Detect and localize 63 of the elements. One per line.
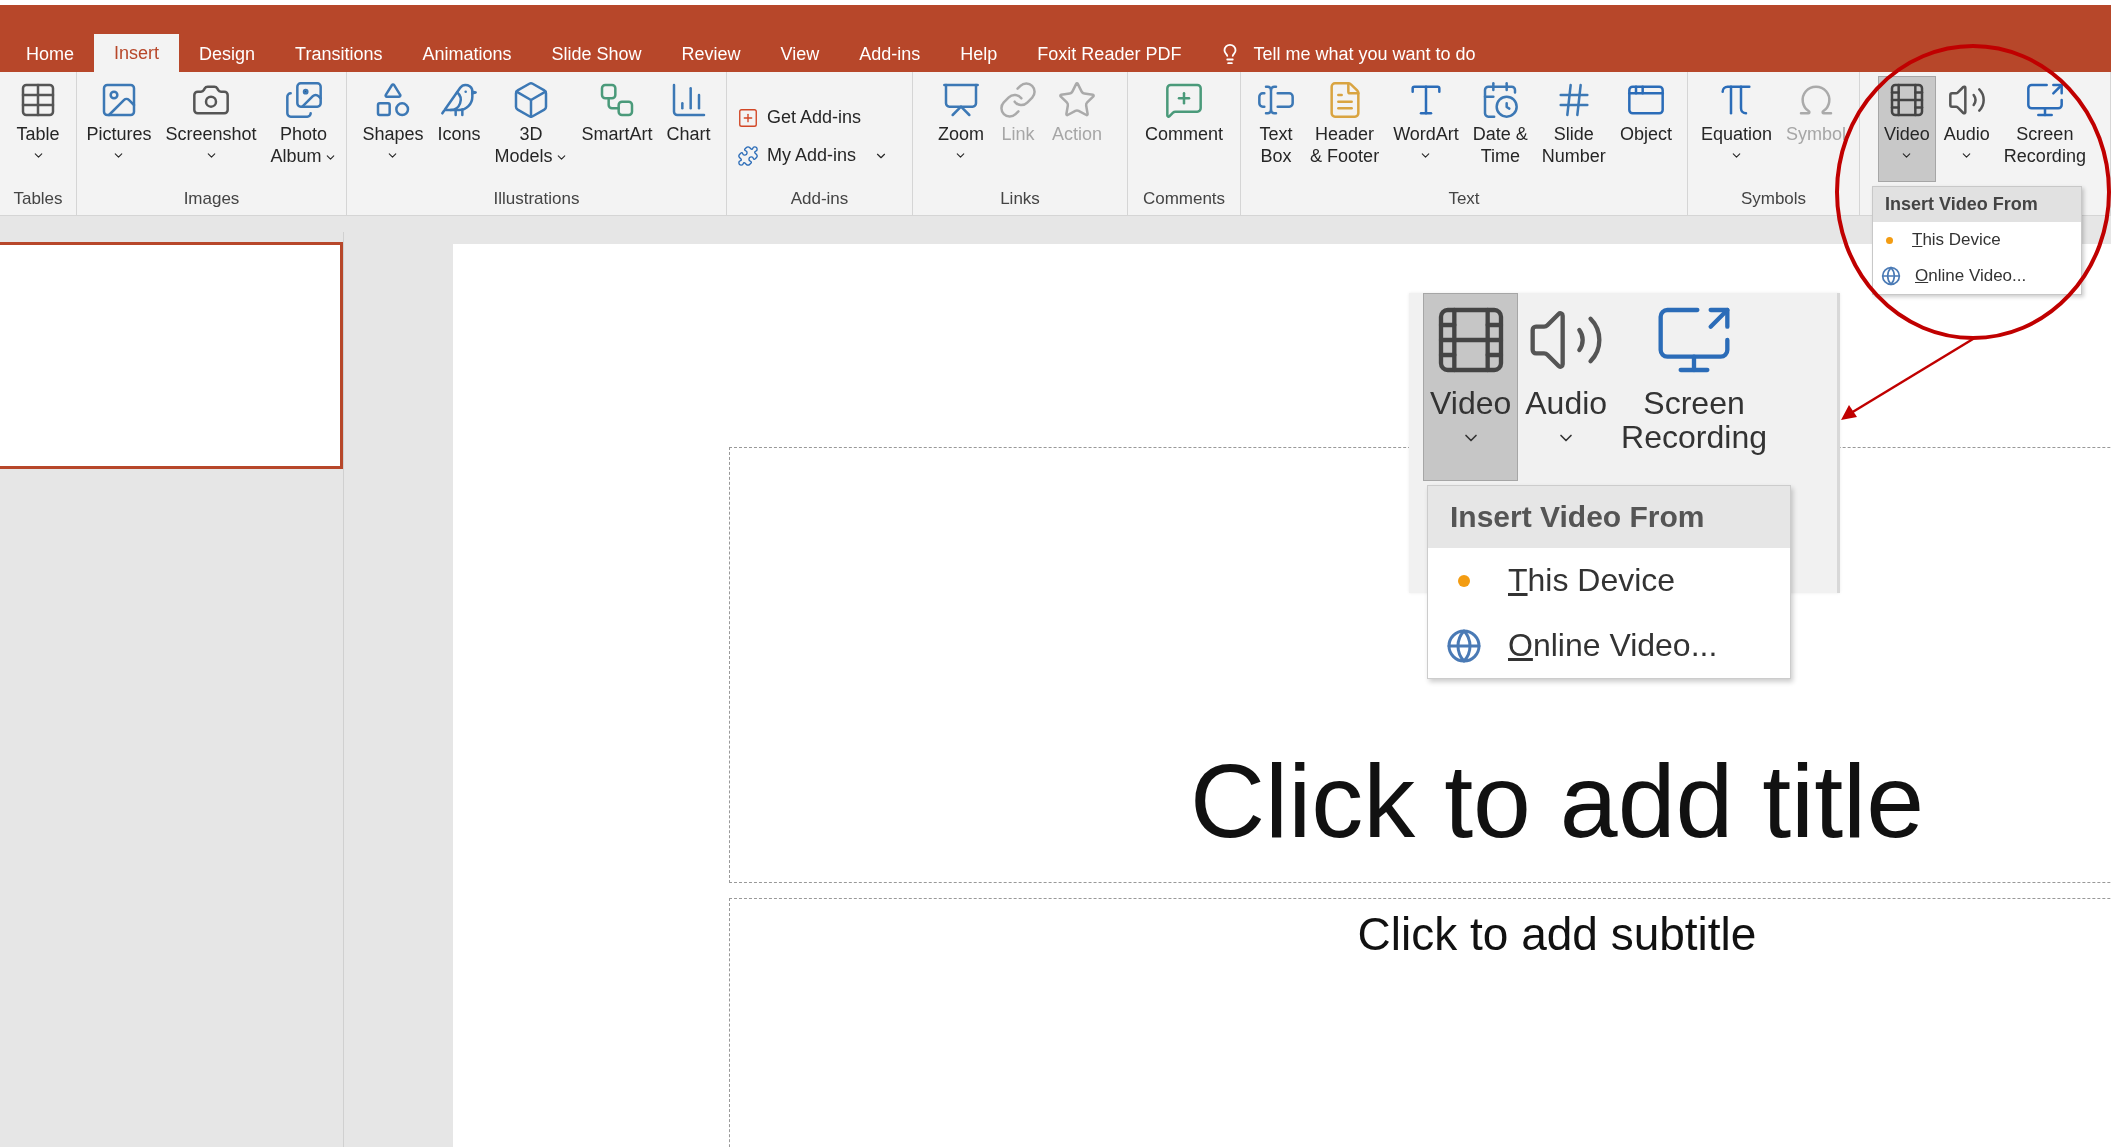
group-label: Tables bbox=[12, 189, 64, 210]
puzzle-icon bbox=[737, 144, 759, 167]
ribbon-button[interactable]: Screenshot bbox=[159, 76, 263, 182]
dot-icon bbox=[1458, 574, 1470, 587]
ribbon-button[interactable]: Icons bbox=[431, 76, 487, 182]
group-label: Links bbox=[999, 189, 1041, 210]
ribbon-button[interactable]: WordArt bbox=[1387, 76, 1465, 182]
ribbon-button[interactable]: Comment bbox=[1139, 76, 1229, 182]
menu-item[interactable]: This Device bbox=[1873, 222, 2081, 258]
globe-icon bbox=[1446, 627, 1482, 664]
group-label: Add-ins bbox=[789, 189, 850, 210]
menu-item[interactable]: Online Video... bbox=[1873, 258, 2081, 294]
ribbon-button[interactable]: Equation bbox=[1694, 76, 1778, 182]
menu-header: Insert Video From bbox=[1428, 486, 1790, 548]
ribbon-tab[interactable]: Help bbox=[940, 36, 1018, 72]
ribbon-button[interactable]: My Add-ins bbox=[729, 140, 897, 171]
ribbon-button[interactable]: Shapes bbox=[356, 76, 430, 182]
group-label: Text bbox=[1447, 189, 1481, 210]
ribbon-tab[interactable]: Animations bbox=[402, 36, 532, 72]
link-icon bbox=[998, 80, 1038, 120]
group-label: Images bbox=[182, 189, 241, 210]
ribbon-button[interactable]: Table bbox=[10, 76, 66, 182]
menu-item[interactable]: Online Video... bbox=[1428, 613, 1790, 678]
ribbon-button[interactable]: Zoom bbox=[931, 76, 990, 182]
menu-header: Insert Video From bbox=[1873, 187, 2081, 222]
ribbon-button[interactable]: Video bbox=[1878, 76, 1936, 182]
ribbon-tab[interactable]: Foxit Reader PDF bbox=[1017, 36, 1202, 72]
tell-me-text[interactable]: Tell me what you want to do bbox=[1253, 43, 1476, 65]
ribbon-tab[interactable]: Insert bbox=[94, 34, 180, 72]
ribbon-button[interactable]: Screen Recording bbox=[1614, 293, 1774, 481]
ribbon-button[interactable]: Audio bbox=[1937, 76, 1996, 182]
ribbon-button[interactable]: Slide Number bbox=[1535, 76, 1612, 182]
ribbon-button[interactable]: SmartArt bbox=[575, 76, 659, 182]
ribbon-button[interactable]: Audio bbox=[1518, 293, 1615, 481]
ribbon-button[interactable]: Photo Album bbox=[264, 76, 343, 182]
ribbon-tab[interactable]: Review bbox=[661, 36, 761, 72]
ribbon-button[interactable]: Pictures bbox=[80, 76, 158, 182]
ribbon-tab[interactable]: Transitions bbox=[275, 36, 403, 72]
title-placeholder[interactable]: Click to add title bbox=[1189, 739, 1925, 882]
menu-item[interactable]: This Device bbox=[1428, 548, 1790, 613]
ribbon-tab[interactable]: View bbox=[760, 36, 840, 72]
group-label: Symbols bbox=[1739, 189, 1808, 210]
ribbon-button[interactable]: Get Add-ins bbox=[729, 102, 870, 133]
ribbon-tab[interactable]: Design bbox=[179, 36, 276, 72]
ribbon-button[interactable]: Chart bbox=[660, 76, 717, 182]
ribbon-button[interactable]: Text Box bbox=[1250, 76, 1303, 182]
dot-icon bbox=[1886, 236, 1893, 244]
ribbon-tab[interactable]: Home bbox=[6, 36, 94, 72]
slide-thumbnail[interactable] bbox=[0, 242, 343, 469]
ribbon-button[interactable]: Object bbox=[1613, 76, 1678, 182]
ribbon-tab[interactable]: Add-ins bbox=[839, 36, 941, 72]
group-label: Comments bbox=[1141, 189, 1227, 210]
ribbon-button[interactable]: Screen Recording bbox=[1997, 76, 2092, 182]
group-label: Illustrations bbox=[492, 189, 581, 210]
ribbon-button[interactable]: 3D Models bbox=[488, 76, 574, 182]
images-icon bbox=[283, 80, 324, 120]
ribbon-button[interactable]: Date & Time bbox=[1466, 76, 1534, 182]
ribbon-button[interactable]: Header & Footer bbox=[1304, 76, 1386, 182]
ribbon-button[interactable]: Video bbox=[1423, 293, 1519, 481]
globe-icon bbox=[1881, 266, 1901, 286]
ribbon-tab[interactable]: Slide Show bbox=[531, 36, 662, 72]
subtitle-placeholder[interactable]: Click to add subtitle bbox=[1357, 899, 1757, 961]
plus-square-icon bbox=[737, 106, 759, 129]
